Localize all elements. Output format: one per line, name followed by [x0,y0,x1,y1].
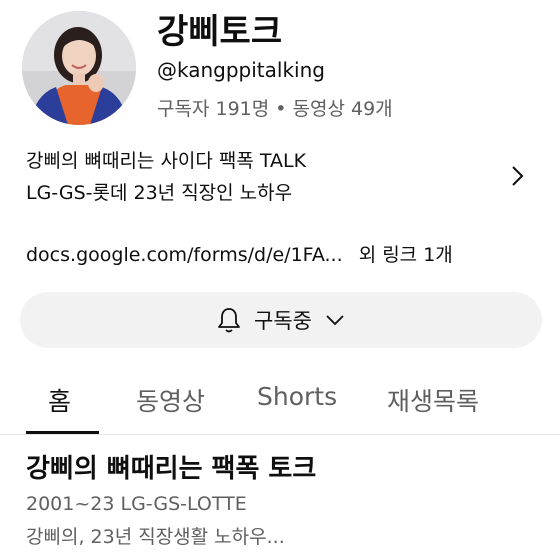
link-url[interactable]: docs.google.com/forms/d/e/1FA... [26,244,343,266]
channel-links[interactable]: docs.google.com/forms/d/e/1FA... 외 링크 1개 [26,240,453,267]
more-links[interactable]: 외 링크 1개 [359,244,453,266]
tab-home[interactable]: 홈 [48,382,71,418]
avatar[interactable] [22,11,136,125]
subscribed-label: 구독중 [254,309,312,333]
channel-handle: @kangppitalking [157,58,325,82]
channel-stats: 구독자 191명 • 동영상 49개 [157,98,393,120]
featured-description: 강삐의, 23년 직장생활 노하우... [26,526,285,548]
subscribed-button[interactable]: 구독중 [20,292,542,348]
chevron-right-icon[interactable] [506,163,528,189]
description-line: 강삐의 뼈때리는 사이다 팩폭 TALK [26,150,307,172]
channel-description[interactable]: 강삐의 뼈때리는 사이다 팩폭 TALK LG-GS-롯데 23년 직장인 노하… [26,145,496,209]
bell-icon [216,306,242,334]
channel-name: 강삐토크 [157,12,283,52]
description-line: LG-GS-롯데 23년 직장인 노하우 [26,182,293,204]
tab-videos[interactable]: 동영상 [136,382,205,418]
channel-tabs: 홈 동영상 Shorts 재생목록 [0,370,560,435]
featured-subtitle: 2001~23 LG-GS-LOTTE [26,493,247,515]
tab-shorts[interactable]: Shorts [257,382,337,411]
featured-title[interactable]: 강삐의 뼈때리는 팩폭 토크 [26,448,316,485]
tab-playlists[interactable]: 재생목록 [387,382,479,418]
channel-header: 강삐토크 @kangppitalking 구독자 191명 • 동영상 49개 [0,0,560,130]
chevron-down-icon [324,313,346,327]
active-tab-indicator [26,431,99,434]
